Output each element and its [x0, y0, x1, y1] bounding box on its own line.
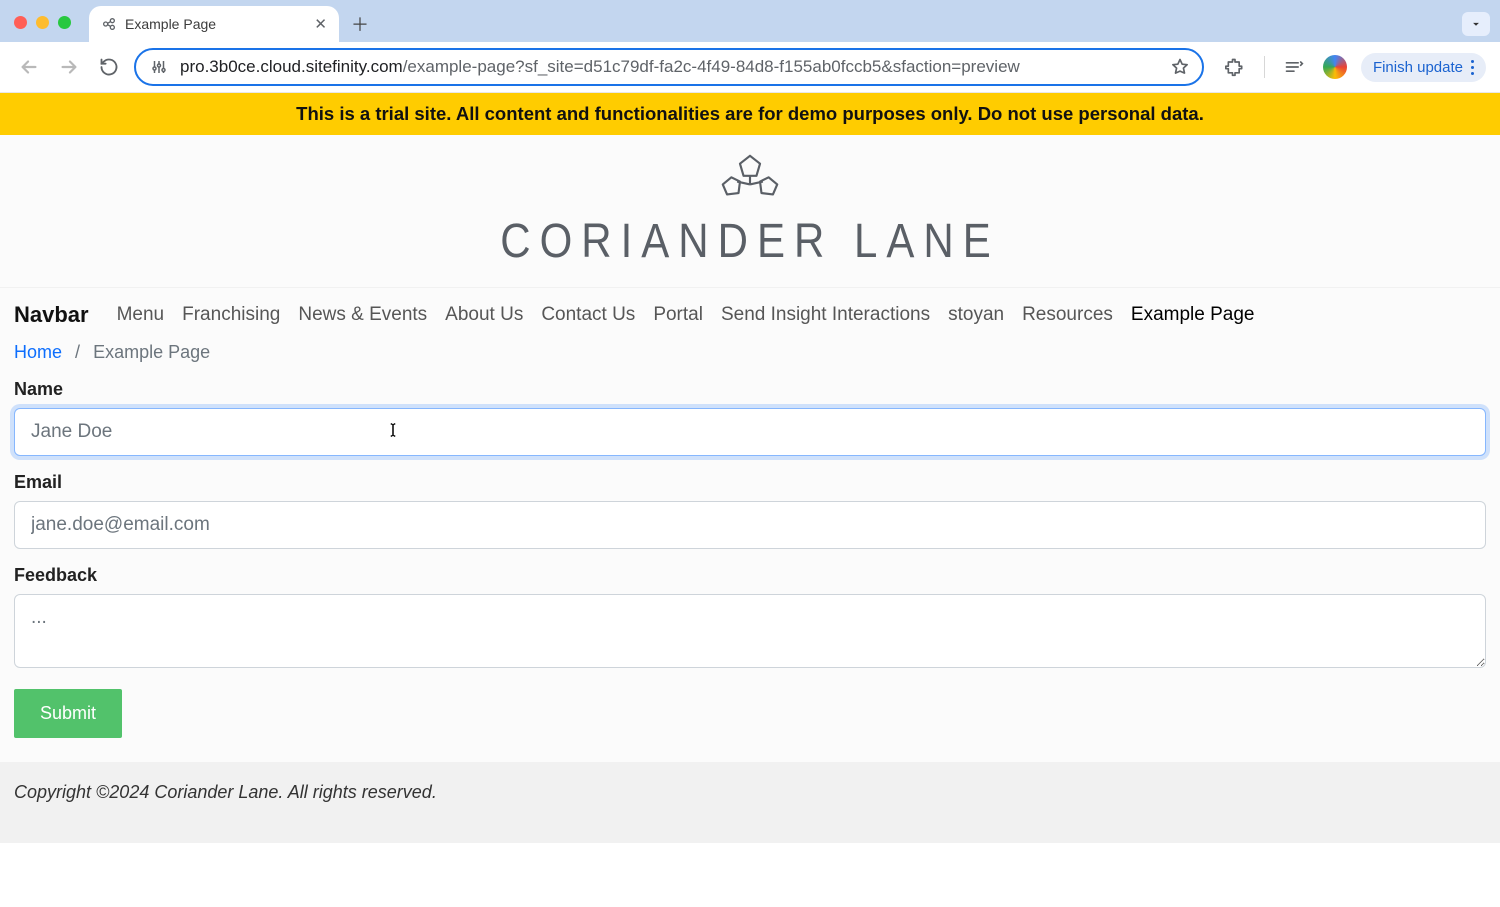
breadcrumb-current: Example Page: [93, 342, 210, 362]
tab-favicon: [101, 16, 117, 32]
email-input[interactable]: [14, 501, 1486, 549]
brand-wordmark: CORIANDER LANE: [500, 213, 999, 268]
tab-title: Example Page: [125, 16, 216, 32]
close-tab-button[interactable]: ✕: [314, 17, 327, 32]
extensions-icon[interactable]: [1220, 52, 1250, 82]
breadcrumb-separator: /: [75, 342, 80, 362]
feedback-textarea[interactable]: [14, 594, 1486, 668]
url-host: pro.3b0ce.cloud.sitefinity.com: [180, 57, 403, 76]
window-zoom-button[interactable]: [58, 16, 71, 29]
breadcrumb: Home / Example Page: [0, 338, 1500, 373]
brand-logo-icon: [707, 149, 793, 207]
nav-link-menu[interactable]: Menu: [117, 304, 165, 326]
nav-forward-button[interactable]: [54, 52, 84, 82]
site-settings-icon[interactable]: [148, 56, 170, 78]
window-minimize-button[interactable]: [36, 16, 49, 29]
nav-back-button[interactable]: [14, 52, 44, 82]
page-body: Name Email Feedback Submit: [0, 373, 1500, 762]
submit-button[interactable]: Submit: [14, 689, 122, 738]
email-label: Email: [14, 472, 1486, 493]
field-feedback: Feedback: [14, 565, 1486, 673]
finish-update-button[interactable]: Finish update: [1361, 53, 1486, 82]
name-label: Name: [14, 379, 1486, 400]
reload-button[interactable]: [94, 52, 124, 82]
url-text: pro.3b0ce.cloud.sitefinity.com/example-p…: [180, 57, 1160, 77]
site-footer: Copyright ©2024 Coriander Lane. All righ…: [0, 762, 1500, 843]
tab-strip: Example Page ✕ ＋: [0, 0, 1500, 42]
breadcrumb-home[interactable]: Home: [14, 342, 62, 362]
profile-avatar[interactable]: [1323, 55, 1347, 79]
main-navbar: Navbar Menu Franchising News & Events Ab…: [0, 288, 1500, 338]
nav-link-about[interactable]: About Us: [445, 304, 523, 326]
toolbar-right: Finish update: [1220, 52, 1486, 82]
window-close-button[interactable]: [14, 16, 27, 29]
nav-link-news[interactable]: News & Events: [298, 304, 427, 326]
finish-update-label: Finish update: [1373, 59, 1463, 76]
bookmark-star-icon[interactable]: [1170, 57, 1190, 77]
nav-link-contact[interactable]: Contact Us: [541, 304, 635, 326]
site-header: CORIANDER LANE: [0, 135, 1500, 288]
feedback-label: Feedback: [14, 565, 1486, 586]
nav-link-portal[interactable]: Portal: [653, 304, 703, 326]
toolbar-separator: [1264, 56, 1265, 78]
nav-link-resources[interactable]: Resources: [1022, 304, 1113, 326]
name-input[interactable]: [14, 408, 1486, 456]
nav-link-insight[interactable]: Send Insight Interactions: [721, 304, 930, 326]
browser-tab[interactable]: Example Page ✕: [89, 6, 339, 42]
nav-link-franchising[interactable]: Franchising: [182, 304, 280, 326]
browser-toolbar: pro.3b0ce.cloud.sitefinity.com/example-p…: [0, 42, 1500, 93]
media-controls-icon[interactable]: [1279, 52, 1309, 82]
tabs-dropdown-button[interactable]: [1462, 12, 1490, 36]
nav-link-stoyan[interactable]: stoyan: [948, 304, 1004, 326]
new-tab-button[interactable]: ＋: [345, 9, 375, 39]
kebab-icon: [1471, 60, 1474, 75]
url-path: /example-page?sf_site=d51c79df-fa2c-4f49…: [403, 57, 1020, 76]
address-bar[interactable]: pro.3b0ce.cloud.sitefinity.com/example-p…: [134, 48, 1204, 86]
window-controls: [14, 16, 71, 29]
field-name: Name: [14, 379, 1486, 456]
trial-banner: This is a trial site. All content and fu…: [0, 93, 1500, 135]
field-email: Email: [14, 472, 1486, 549]
navbar-brand[interactable]: Navbar: [14, 302, 89, 328]
nav-link-example-page[interactable]: Example Page: [1131, 304, 1255, 326]
browser-chrome: Example Page ✕ ＋ pro.3b0ce.cloud.sitefin…: [0, 0, 1500, 93]
